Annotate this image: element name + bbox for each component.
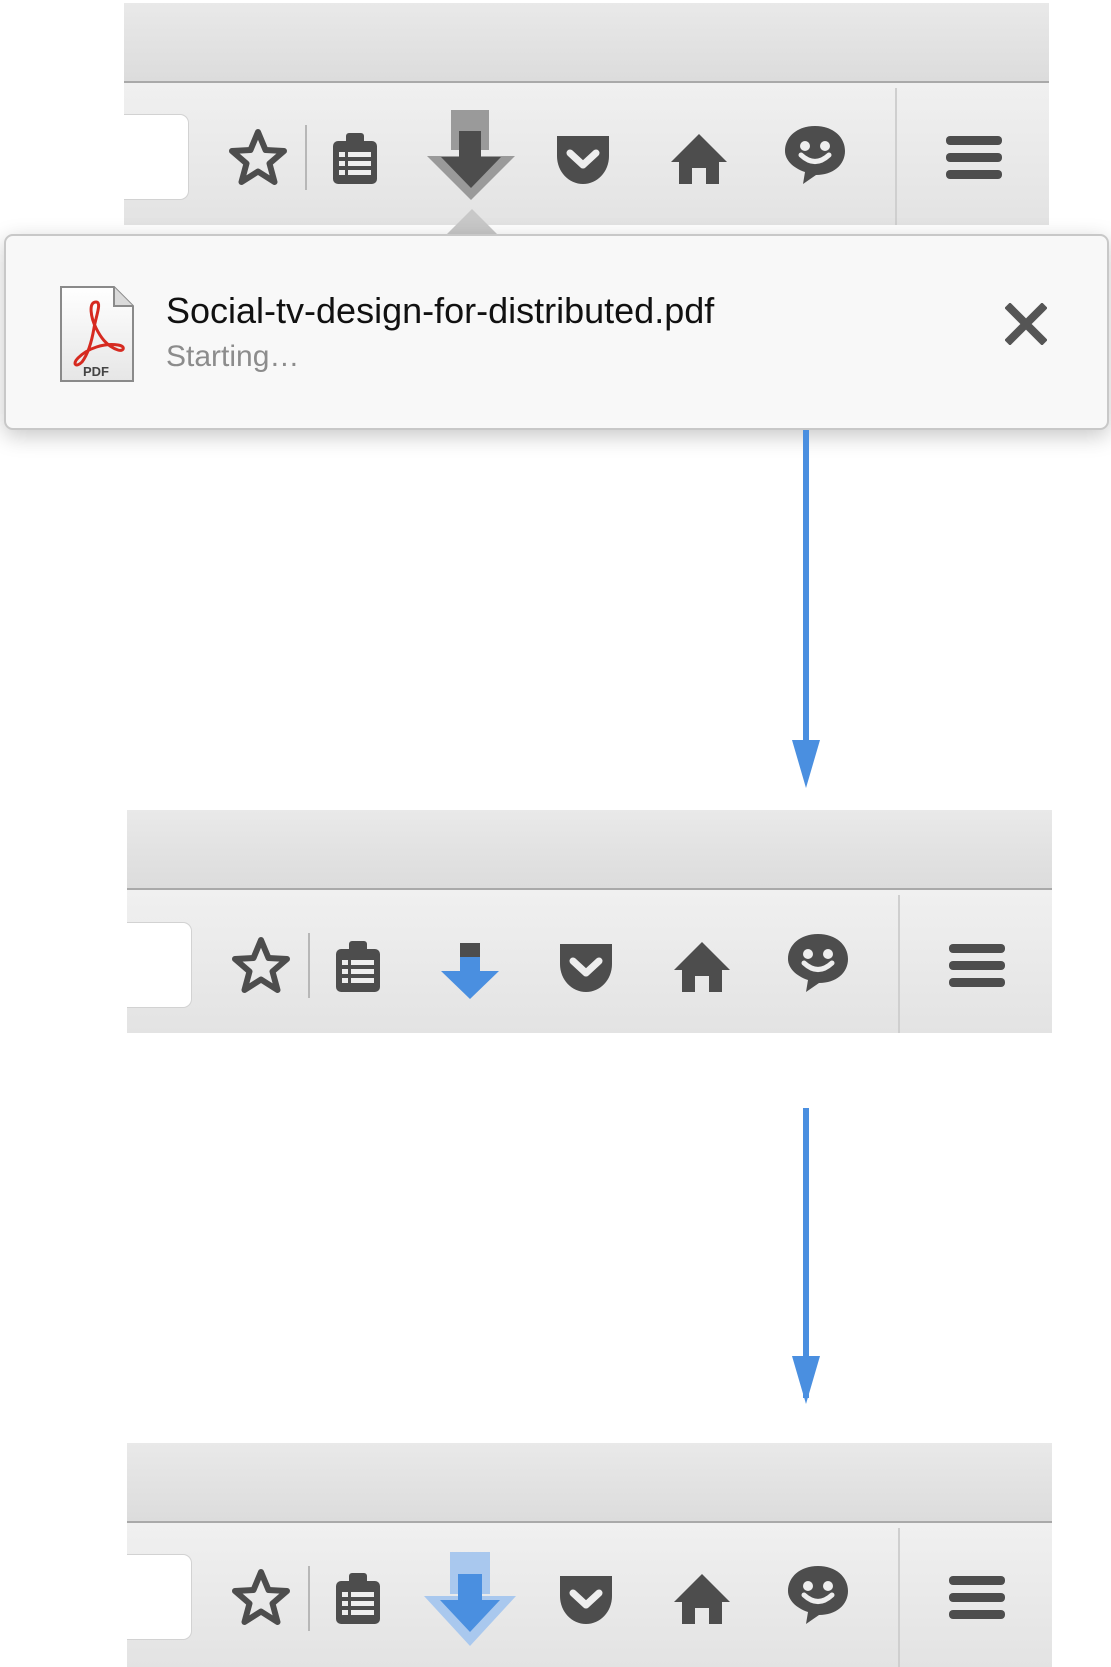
toolbar-separator [308,933,310,998]
social-button[interactable] [776,1552,860,1636]
home-icon [674,1574,730,1624]
tab-strip [124,3,1049,83]
downloads-button[interactable] [422,1550,518,1650]
menu-button[interactable] [935,1556,1019,1640]
bookmarks-menu-button[interactable] [316,924,400,1008]
downloads-button[interactable] [425,108,517,204]
hamburger-menu-icon [949,944,1005,987]
bookmark-star-button[interactable] [216,116,300,200]
home-icon [674,942,730,992]
download-status: Starting… [166,340,300,373]
toolbar-separator [898,895,900,1033]
download-arrow-icon [424,1552,516,1646]
pocket-button[interactable] [544,1556,628,1640]
flow-arrow-line [803,430,809,750]
chat-smiley-icon [788,1566,848,1624]
flow-arrow-head [792,740,820,788]
download-arrow-icon [441,943,499,999]
cancel-download-button[interactable] [996,294,1056,354]
star-icon [232,937,290,993]
flow-arrow-line [803,1108,809,1398]
panel-arrow [445,209,499,236]
clipboard-list-icon [336,941,380,992]
bookmarks-menu-button[interactable] [313,116,397,200]
url-bar[interactable] [127,1554,192,1640]
star-icon [232,1569,290,1625]
downloads-button[interactable] [428,924,512,1008]
tab-strip [127,1443,1052,1523]
download-item[interactable]: PDF Social-tv-design-for-distributed.pdf… [6,236,1107,428]
menu-button[interactable] [935,924,1019,1008]
bookmark-star-button[interactable] [219,1556,303,1640]
pocket-button[interactable] [541,116,625,200]
chat-smiley-icon [785,126,845,184]
home-icon [671,134,727,184]
close-icon [1005,303,1047,345]
flow-arrow-head [792,1356,820,1404]
pocket-button[interactable] [544,924,628,1008]
toolbar-separator [305,125,307,190]
chat-smiley-icon [788,934,848,992]
home-button[interactable] [657,116,741,200]
hamburger-menu-icon [946,136,1002,179]
pocket-icon [557,136,609,184]
menu-button[interactable] [932,116,1016,200]
star-icon [229,129,287,185]
home-button[interactable] [660,924,744,1008]
bookmark-star-button[interactable] [219,924,303,1008]
clipboard-list-icon [336,1573,380,1624]
toolbar-separator [898,1528,900,1667]
pocket-icon [560,944,612,992]
social-button[interactable] [773,112,857,196]
download-arrow-icon [427,110,515,200]
toolbar-separator [895,88,897,225]
download-file-name: Social-tv-design-for-distributed.pdf [166,290,715,331]
social-button[interactable] [776,920,860,1004]
download-panel: PDF Social-tv-design-for-distributed.pdf… [4,234,1109,430]
pdf-label: PDF [83,364,109,379]
pdf-document-icon: PDF [60,286,134,382]
url-bar[interactable] [127,922,192,1008]
pocket-icon [560,1576,612,1624]
toolbar-separator [308,1566,310,1631]
bookmarks-menu-button[interactable] [316,1556,400,1640]
clipboard-list-icon [333,133,377,184]
hamburger-menu-icon [949,1576,1005,1619]
tab-strip [127,810,1052,890]
home-button[interactable] [660,1556,744,1640]
url-bar[interactable] [124,114,189,200]
